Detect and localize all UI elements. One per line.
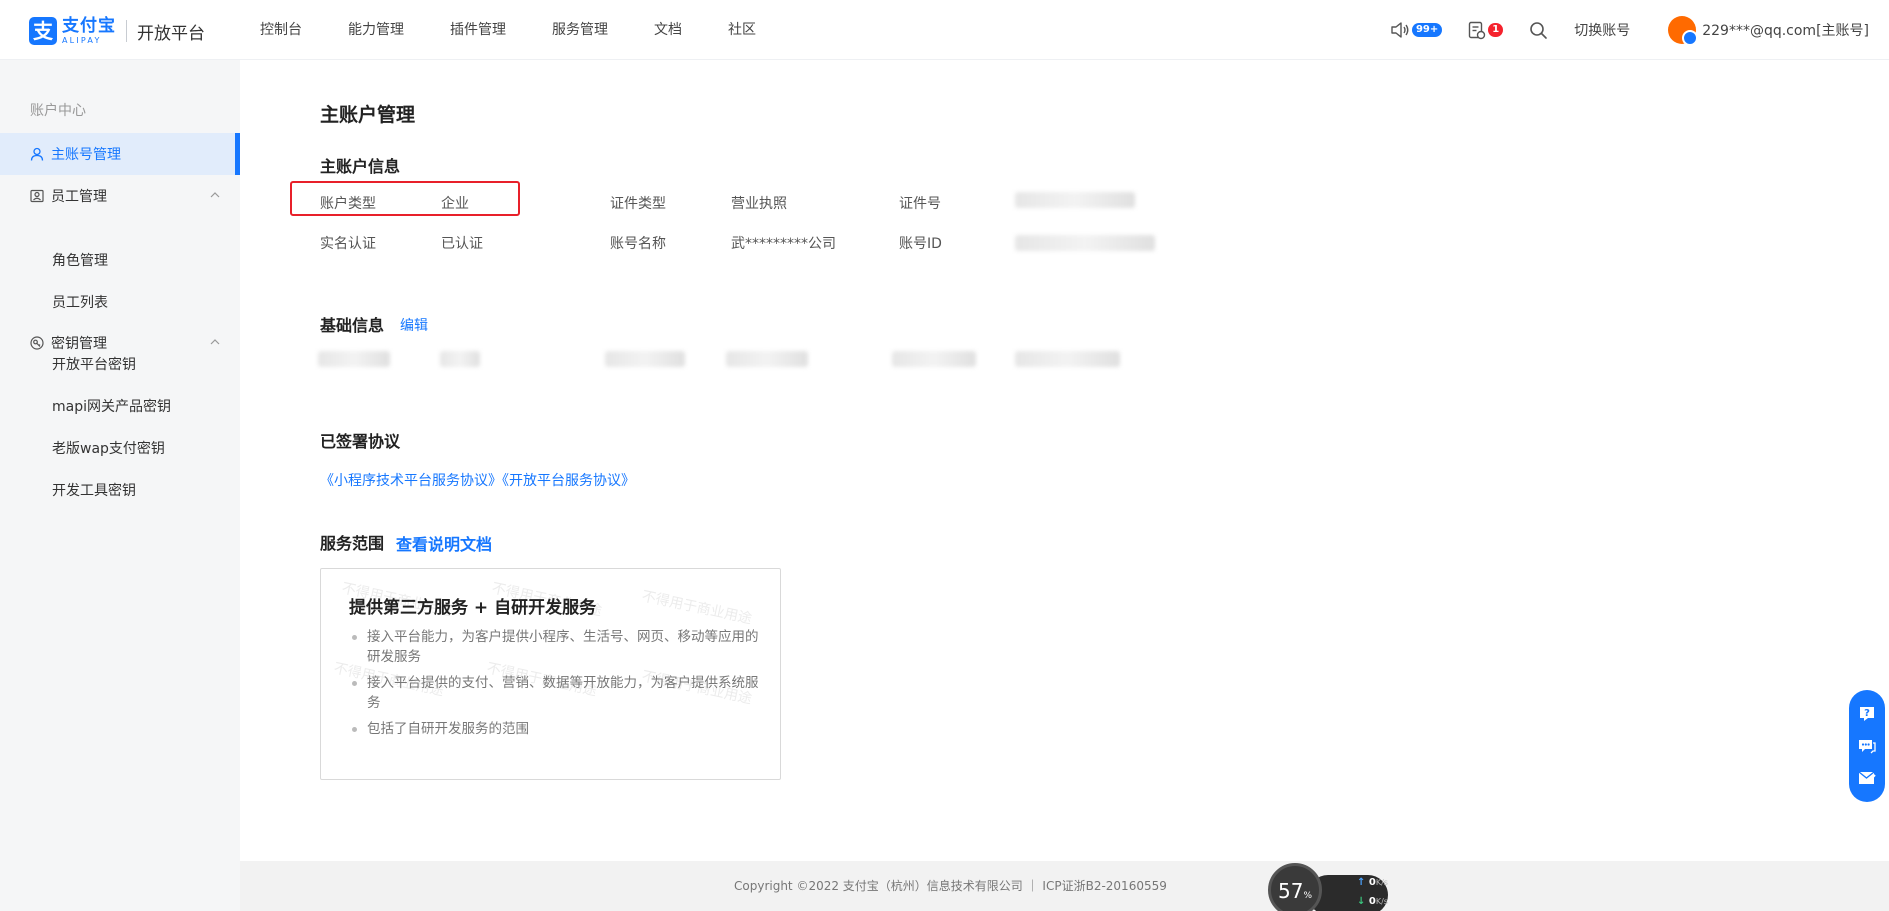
account-type-value: 企业 bbox=[441, 196, 469, 212]
sidebar-title: 账户中心 bbox=[30, 103, 86, 119]
brand-name-en: ALIPAY bbox=[62, 35, 102, 45]
cert-type-label: 证件类型 bbox=[610, 196, 666, 212]
basic-info-redacted bbox=[892, 351, 976, 367]
account-id-redacted bbox=[1015, 235, 1155, 251]
service-bullet: 接入平台能力，为客户提供小程序、生活号、网页、移动等应用的研发服务 bbox=[349, 627, 769, 667]
network-speed-widget[interactable]: ↑ 0K/s ↓ 0K/s 57% bbox=[1268, 863, 1388, 911]
key-icon bbox=[30, 336, 44, 350]
staff-icon bbox=[30, 189, 44, 203]
account-id-label: 账号ID bbox=[899, 236, 942, 252]
alipay-logo[interactable]: 支 支付宝 ALIPAY 开放平台 bbox=[29, 16, 205, 46]
footer: Copyright ©2022 支付宝（杭州）信息技术有限公司 ｜ ICP证浙B… bbox=[240, 861, 1889, 911]
task-badge: 1 bbox=[1488, 23, 1504, 37]
verify-label: 实名认证 bbox=[320, 236, 376, 252]
header-tools: 99+ 1 切换账号 229***@qq.com[主账号] bbox=[1364, 0, 1869, 60]
sidebar-item-staff[interactable]: 员工管理 bbox=[0, 175, 240, 217]
user-icon bbox=[30, 147, 44, 161]
cert-no-label: 证件号 bbox=[899, 196, 941, 212]
feedback-mail-icon[interactable] bbox=[1857, 768, 1877, 788]
agreement-link-open-platform[interactable]: 《开放平台服务协议》 bbox=[502, 473, 635, 489]
account-info-title: 主账户信息 bbox=[320, 157, 401, 176]
service-bullet: 接入平台提供的支付、营销、数据等开放能力，为客户提供系统服务 bbox=[349, 673, 769, 713]
upload-rate: ↑ 0K/s bbox=[1357, 877, 1388, 888]
nav-capability[interactable]: 能力管理 bbox=[348, 0, 404, 60]
account-name-value: 武*********公司 bbox=[731, 236, 836, 252]
nav-docs[interactable]: 文档 bbox=[654, 0, 682, 60]
sidebar-item-label: 主账号管理 bbox=[51, 147, 121, 163]
chevron-up-icon bbox=[210, 192, 220, 198]
agreement-link-miniprogram[interactable]: 《小程序技术平台服务协议》 bbox=[320, 473, 502, 489]
basic-info-redacted bbox=[1015, 351, 1120, 367]
search-icon bbox=[1530, 21, 1548, 39]
top-header: 支 支付宝 ALIPAY 开放平台 控制台 能力管理 插件管理 服务管理 文档 … bbox=[0, 0, 1889, 60]
svg-text:?: ? bbox=[1864, 708, 1870, 719]
service-bullet-list: 接入平台能力，为客户提供小程序、生活号、网页、移动等应用的研发服务 接入平台提供… bbox=[349, 627, 769, 745]
task-button[interactable]: 1 bbox=[1468, 21, 1504, 40]
page-title: 主账户管理 bbox=[320, 104, 416, 126]
sidebar-item-wap-key[interactable]: 老版wap支付密钥 bbox=[52, 438, 165, 458]
platform-name: 开放平台 bbox=[137, 23, 205, 44]
cpu-usage-percent: 57% bbox=[1277, 879, 1312, 903]
cpu-usage-circle: 57% bbox=[1268, 863, 1322, 911]
service-scope-card: 不得用于商业用途 不得用于商业用途 不得用于商业用途 不得用于商业用途 不得用于… bbox=[320, 568, 781, 780]
notification-button[interactable]: 99+ bbox=[1390, 21, 1443, 39]
main-nav: 控制台 能力管理 插件管理 服务管理 文档 社区 bbox=[260, 0, 802, 60]
sidebar-item-label: 员工管理 bbox=[51, 189, 107, 205]
nav-plugin[interactable]: 插件管理 bbox=[450, 0, 506, 60]
speaker-icon bbox=[1391, 22, 1409, 38]
alipay-logo-text: 支付宝 ALIPAY bbox=[62, 15, 116, 45]
sidebar-item-staff-list[interactable]: 员工列表 bbox=[52, 292, 108, 312]
cert-type-value: 营业执照 bbox=[731, 196, 787, 212]
view-doc-link[interactable]: 查看说明文档 bbox=[396, 531, 492, 555]
sidebar-item-label: 密钥管理 bbox=[51, 336, 107, 352]
nav-console[interactable]: 控制台 bbox=[260, 0, 302, 60]
sidebar-item-mapi-key[interactable]: mapi网关产品密钥 bbox=[52, 396, 171, 416]
service-card-title: 提供第三方服务 + 自研开发服务 bbox=[349, 598, 597, 618]
chevron-up-icon bbox=[210, 339, 220, 345]
agreements-title: 已签署协议 bbox=[320, 432, 401, 451]
download-rate: ↓ 0K/s bbox=[1357, 896, 1388, 907]
chat-icon[interactable] bbox=[1857, 736, 1877, 756]
logo-divider bbox=[126, 20, 127, 42]
basic-info-title: 基础信息 bbox=[320, 316, 385, 335]
brand-name-cn: 支付宝 bbox=[62, 15, 116, 36]
service-bullet: 包括了自研开发服务的范围 bbox=[349, 719, 769, 739]
task-list-icon bbox=[1469, 21, 1486, 39]
nav-service[interactable]: 服务管理 bbox=[552, 0, 608, 60]
switch-account-link[interactable]: 切换账号 bbox=[1574, 20, 1630, 40]
sidebar-item-open-key[interactable]: 开放平台密钥 bbox=[52, 354, 136, 374]
notification-badge: 99+ bbox=[1411, 23, 1443, 37]
switch-account-label: 切换账号 bbox=[1574, 23, 1631, 39]
avatar bbox=[1668, 16, 1699, 46]
verify-value: 已认证 bbox=[441, 236, 483, 252]
cert-no-redacted bbox=[1015, 192, 1135, 208]
account-name-label: 账号名称 bbox=[610, 236, 666, 252]
floating-help-bar: ? bbox=[1849, 690, 1885, 802]
basic-info-redacted bbox=[726, 351, 808, 367]
help-question-icon[interactable]: ? bbox=[1857, 704, 1877, 724]
sidebar-item-devtool-key[interactable]: 开发工具密钥 bbox=[52, 480, 136, 500]
sidebar-item-role-mgmt[interactable]: 角色管理 bbox=[52, 250, 108, 270]
agreement-links: 《小程序技术平台服务协议》《开放平台服务协议》 bbox=[320, 470, 635, 490]
sidebar-item-main-account[interactable]: 主账号管理 bbox=[0, 133, 240, 175]
copyright-text: Copyright ©2022 支付宝（杭州）信息技术有限公司 ｜ ICP证浙B… bbox=[734, 879, 1167, 893]
nav-community[interactable]: 社区 bbox=[728, 0, 756, 60]
service-scope-title: 服务范围 bbox=[320, 534, 385, 553]
basic-info-redacted bbox=[440, 351, 480, 367]
account-menu[interactable]: 229***@qq.com[主账号] bbox=[1668, 16, 1869, 46]
account-name: 229***@qq.com[主账号] bbox=[1702, 23, 1869, 39]
main-content: 主账户管理 主账户信息 账户类型 企业 证件类型 营业执照 证件号 实名认证 已… bbox=[240, 60, 1889, 861]
basic-info-redacted bbox=[318, 351, 390, 367]
edit-basic-info-link[interactable]: 编辑 bbox=[400, 315, 428, 335]
search-button[interactable] bbox=[1529, 21, 1548, 40]
alipay-logo-mark: 支 bbox=[29, 17, 57, 45]
account-type-label: 账户类型 bbox=[320, 196, 376, 212]
sidebar: 账户中心 主账号管理 员工管理 角色管理 员工列表 密钥管理 开放平台密钥 ma… bbox=[0, 60, 240, 861]
basic-info-redacted bbox=[605, 351, 685, 367]
watermark: 不得用于商业用途 bbox=[640, 588, 754, 628]
